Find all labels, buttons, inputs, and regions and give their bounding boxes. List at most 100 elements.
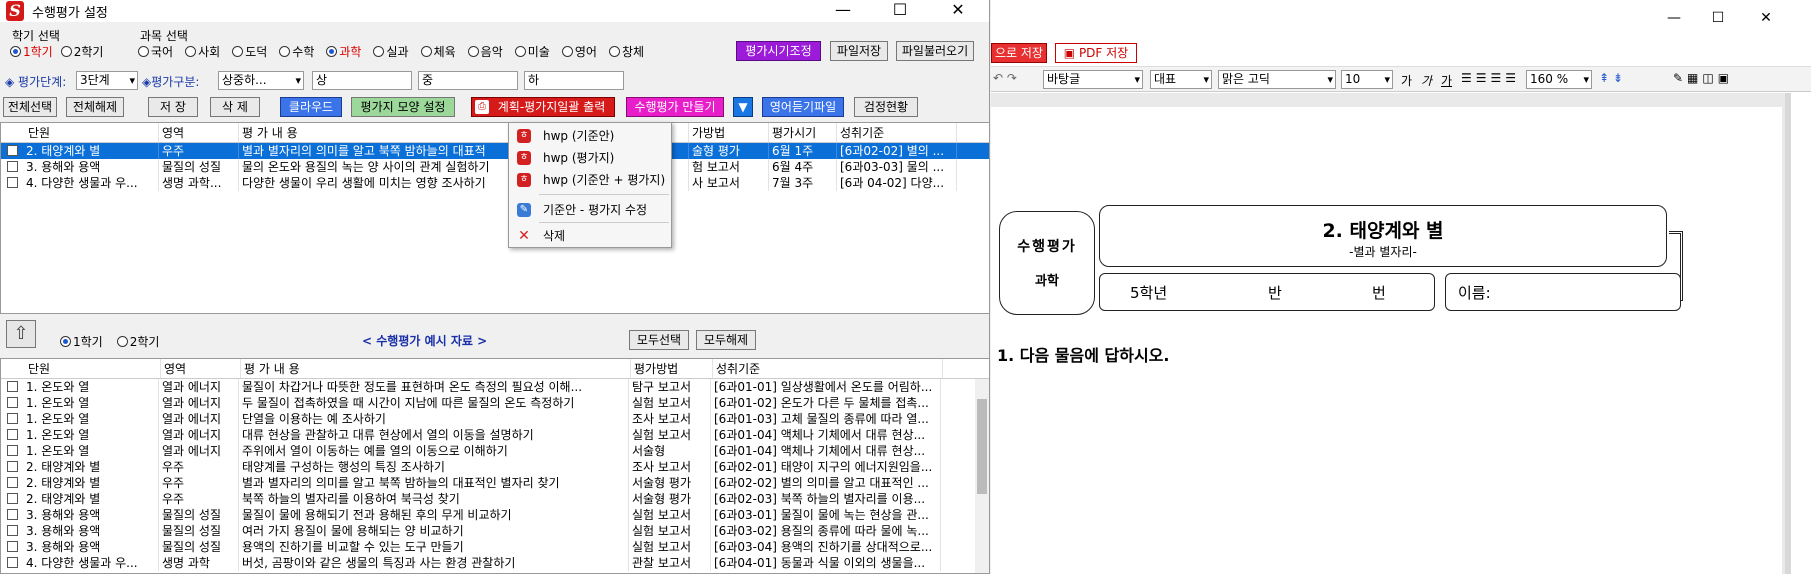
lower-select-all-button[interactable]: 모두선택 (629, 330, 689, 350)
close-button[interactable]: ✕ (935, 0, 981, 22)
align-icons[interactable]: ☰☰☰☰ (1461, 71, 1520, 85)
save-as-button[interactable]: 으로 저장 (991, 43, 1047, 63)
table-row[interactable]: 3. 용해와 용액 물질의 성질 물질이 물에 용해되기 전과 용해된 후의 무게 … (1, 507, 989, 523)
editor-minimize-button[interactable]: — (1651, 8, 1697, 30)
subject-ethics-radio[interactable]: 도덕 (232, 43, 267, 60)
style-select[interactable]: 바탕글 (1043, 70, 1143, 89)
tool-icons[interactable]: ✎▦◫▣ (1673, 71, 1733, 85)
row-checkbox[interactable] (7, 381, 18, 392)
subject-english-radio[interactable]: 영어 (561, 43, 597, 60)
menu-item-hwp-both[interactable]: ㅎ hwp (기준안 + 평가지) (509, 169, 671, 191)
subject-music-radio[interactable]: 음악 (467, 43, 503, 60)
minimize-button[interactable]: — (820, 0, 866, 22)
load-file-button[interactable]: 파일불러오기 (896, 41, 974, 61)
cell-std: [6과01-01] 일상생활에서 온도를 어림하... (711, 379, 941, 395)
eval-level-select[interactable]: 3단계 (76, 71, 138, 90)
size-select[interactable]: 10 (1341, 70, 1393, 89)
subject-art-radio[interactable]: 미술 (514, 43, 550, 60)
table-row[interactable]: 1. 온도와 열 열과 에너지 대류 현상을 관찰하고 대류 현상에서 열의 이동을… (1, 427, 989, 443)
subject-social-radio[interactable]: 사회 (185, 43, 220, 60)
row-checkbox[interactable] (7, 541, 18, 552)
bold-icon[interactable]: 가 (1401, 72, 1412, 89)
table-row[interactable]: 2. 태양계와 별 우주 태양계를 구성하는 행성의 특징 조사하기 조사 보고서 [6… (1, 459, 989, 475)
table-row[interactable]: 4. 다양한 생물과 우... 생명 과학... 다양한 생물이 우리 생활에 … (1, 175, 989, 191)
pdf-save-button[interactable]: ▣ PDF 저장 (1055, 43, 1137, 63)
undo-icon[interactable]: ↶ ↷ (993, 71, 1017, 85)
para-select[interactable]: 대표 (1150, 70, 1212, 89)
table-row[interactable]: 1. 온도와 열 열과 에너지 주위에서 열이 이동하는 예를 열의 이동으로 이해… (1, 443, 989, 459)
form-settings-button[interactable]: 평가지 모양 설정 (351, 97, 455, 117)
save-button[interactable]: 저 장 (148, 97, 198, 117)
row-checkbox[interactable] (7, 429, 18, 440)
adjust-period-button[interactable]: 평가시기조정 (736, 41, 821, 61)
editor-maximize-button[interactable]: ☐ (1695, 8, 1741, 30)
table-row[interactable]: 1. 온도와 열 열과 에너지 두 물질이 접촉하였을 때 시간이 지남에 따른 물… (1, 395, 989, 411)
row-checkbox[interactable] (7, 557, 18, 568)
line-spacing-icon[interactable]: ⇞ ⇟ (1599, 71, 1623, 85)
select-all-button[interactable]: 전체선택 (3, 97, 57, 117)
english-listening-button[interactable]: 영어듣기파일 (762, 97, 844, 117)
check-status-button[interactable]: 검정현황 (854, 97, 918, 117)
deselect-all-button[interactable]: 전체해제 (66, 97, 124, 117)
row-checkbox[interactable] (7, 161, 18, 172)
editor-close-button[interactable]: ✕ (1743, 8, 1789, 30)
make-eval-button[interactable]: 수행평가 만들기 (626, 97, 724, 117)
lower-semester-1-radio[interactable]: 1학기 (60, 333, 103, 350)
menu-item-delete[interactable]: ✕ 삭제 (509, 225, 671, 247)
doc-scrollbar[interactable] (1785, 93, 1791, 574)
subject-math-radio[interactable]: 수학 (279, 43, 314, 60)
menu-item-hwp-eval[interactable]: ㅎ hwp (평가지) (509, 147, 671, 169)
make-eval-dropdown-button[interactable]: ▼ (733, 97, 753, 117)
table-row[interactable]: 3. 용해와 용액 물질의 성질 용액의 진하기를 비교할 수 있는 도구 만들기 실… (1, 539, 989, 555)
table-row[interactable]: 1. 온도와 열 열과 에너지 단열을 이용하는 예 조사하기 조사 보고서 [6과01… (1, 411, 989, 427)
subject-pe-radio[interactable]: 체육 (420, 43, 456, 60)
menu-item-edit[interactable]: ✎ 기준안 - 평가지 수정 (509, 199, 671, 221)
subject-korean-radio[interactable]: 국어 (138, 43, 173, 60)
maximize-button[interactable]: ☐ (877, 0, 923, 22)
row-checkbox[interactable] (7, 413, 18, 424)
row-checkbox[interactable] (7, 493, 18, 504)
eval-low-input[interactable]: 하 (524, 71, 624, 90)
table-row[interactable]: 2. 태양계와 별 우주 별과 별자리의 의미를 알고 북쪽 밤하늘의 대표적인 별… (1, 475, 989, 491)
row-checkbox[interactable] (7, 461, 18, 472)
semester-1-radio[interactable]: 1학기 (10, 43, 53, 60)
move-up-arrow-icon[interactable]: ⇧ (6, 320, 36, 348)
row-checkbox[interactable] (7, 525, 18, 536)
cell-content: 물질이 물에 용해되기 전과 용해된 후의 무게 비교하기 (239, 507, 629, 523)
doc-title-box: 2. 태양계와 별 -별과 별자리- (1099, 205, 1667, 267)
font-select[interactable]: 맑은 고딕 (1218, 70, 1336, 89)
row-checkbox[interactable] (7, 477, 18, 488)
row-checkbox[interactable] (7, 509, 18, 520)
cell-method: 관찰 보고서 (629, 555, 711, 571)
subject-creative-radio[interactable]: 창체 (608, 43, 644, 60)
document-editor: — ☐ ✕ 으로 저장 ▣ PDF 저장 ↶ ↷ 바탕글 대표 맑은 고딕 10… (991, 0, 1811, 574)
semester-2-radio[interactable]: 2학기 (60, 43, 103, 60)
table-row[interactable]: 3. 용해와 용액 물질의 성질 여러 가지 용질이 물에 용해되는 양 비교하기 실… (1, 523, 989, 539)
subject-practical-radio[interactable]: 실과 (373, 43, 409, 60)
scrollbar-thumb[interactable] (977, 399, 987, 494)
table-row[interactable]: 1. 온도와 열 열과 에너지 물질이 차갑거나 따뜻한 정도를 표현하며 온도 측… (1, 379, 989, 395)
eval-kind-select[interactable]: 상중하... (218, 71, 304, 90)
row-checkbox[interactable] (7, 177, 18, 188)
underline-icon[interactable]: 가 (1441, 72, 1452, 89)
save-file-button[interactable]: 파일저장 (830, 41, 888, 61)
zoom-select[interactable]: 160 % (1526, 70, 1592, 89)
eval-mid-input[interactable]: 중 (418, 71, 518, 90)
row-checkbox[interactable] (7, 145, 18, 156)
menu-item-hwp-plan[interactable]: ㅎ hwp (기준안) (509, 125, 671, 147)
cloud-button[interactable]: 클라우드 (280, 97, 342, 117)
delete-button[interactable]: 삭 제 (210, 97, 260, 117)
row-checkbox[interactable] (7, 445, 18, 456)
italic-icon[interactable]: 가 (1421, 72, 1432, 89)
table-row[interactable]: 4. 다양한 생물과 우... 생명 과학 버섯, 곰팡이와 같은 생물의 특징과 … (1, 555, 989, 571)
table-row[interactable]: 3. 용해와 용액 물질의 성질 물의 온도와 용질의 녹는 양 사이의 관계 … (1, 159, 989, 175)
table-row[interactable]: 2. 태양계와 별 우주 별과 별자리의 의미를 알고 북쪽 밤하늘의 대표적 … (1, 143, 989, 159)
table-row[interactable]: 2. 태양계와 별 우주 북쪽 하늘의 별자리를 이용하여 북극성 찾기 서술형 평가… (1, 491, 989, 507)
lower-deselect-all-button[interactable]: 모두해제 (696, 330, 756, 350)
lower-scrollbar[interactable] (975, 379, 989, 573)
row-checkbox[interactable] (7, 397, 18, 408)
subject-science-radio[interactable]: 과학 (326, 43, 361, 60)
eval-high-input[interactable]: 상 (312, 71, 412, 90)
lower-semester-2-radio[interactable]: 2학기 (116, 333, 159, 350)
print-plan-button[interactable]: ⎙ 계획-평가지일괄 출력 (471, 97, 615, 117)
